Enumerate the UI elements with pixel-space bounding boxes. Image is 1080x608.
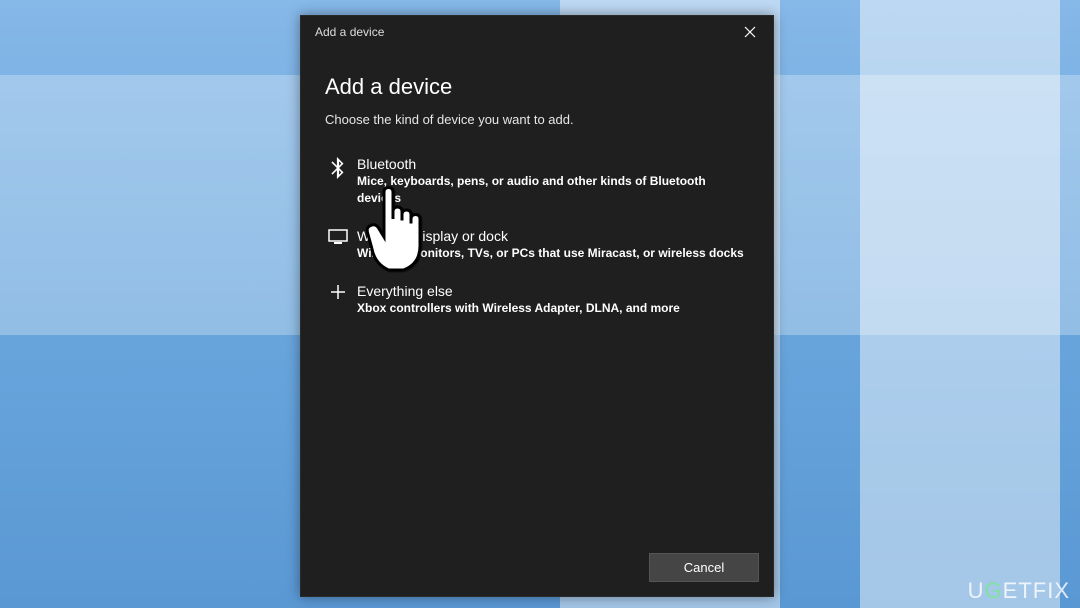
close-icon	[744, 26, 756, 38]
option-wireless-desc: Wireless monitors, TVs, or PCs that use …	[357, 245, 749, 262]
option-bluetooth[interactable]: Bluetooth Mice, keyboards, pens, or audi…	[325, 149, 749, 221]
cancel-button[interactable]: Cancel	[649, 553, 759, 582]
monitor-icon	[325, 229, 351, 245]
option-wireless-title: Wireless display or dock	[357, 227, 749, 245]
option-everything-desc: Xbox controllers with Wireless Adapter, …	[357, 300, 749, 317]
add-device-dialog: Add a device Add a device Choose the kin…	[300, 15, 774, 597]
bg-stripe-vertical-2	[860, 0, 1060, 608]
plus-icon	[325, 284, 351, 300]
option-wireless-display[interactable]: Wireless display or dock Wireless monito…	[325, 221, 749, 276]
desktop-background: Add a device Add a device Choose the kin…	[0, 0, 1080, 608]
dialog-heading: Add a device	[325, 74, 749, 100]
close-button[interactable]	[727, 16, 773, 48]
option-everything-title: Everything else	[357, 282, 749, 300]
option-bluetooth-title: Bluetooth	[357, 155, 749, 173]
option-everything-else[interactable]: Everything else Xbox controllers with Wi…	[325, 276, 749, 331]
option-bluetooth-desc: Mice, keyboards, pens, or audio and othe…	[357, 173, 749, 207]
watermark-text: UGETFIX	[968, 578, 1070, 604]
dialog-subheading: Choose the kind of device you want to ad…	[325, 112, 749, 127]
dialog-content: Add a device Choose the kind of device y…	[301, 48, 773, 543]
bluetooth-icon	[325, 157, 351, 179]
dialog-title-text: Add a device	[315, 25, 384, 39]
dialog-footer: Cancel	[301, 543, 773, 596]
dialog-titlebar: Add a device	[301, 16, 773, 48]
